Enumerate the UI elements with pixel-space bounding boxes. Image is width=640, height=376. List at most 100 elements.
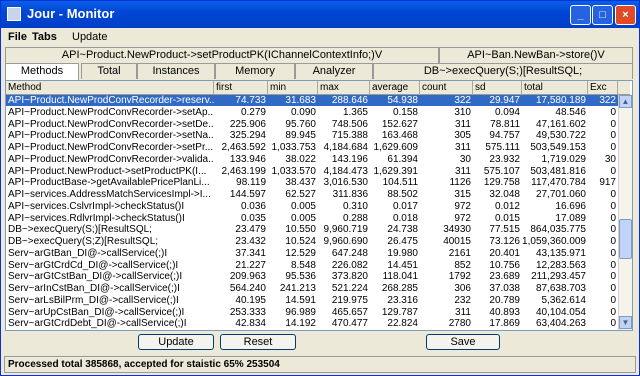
tab-analyzer[interactable]: Analyzer [295, 63, 373, 79]
cell-first: 23.479 [235, 224, 266, 236]
table-row[interactable]: API~Product.NewProdConvRecorder->setAp..… [6, 107, 618, 118]
cell-exc: 0 [610, 247, 616, 259]
cell-method: API~services.RdlvrImpl->checkStatus()I [8, 212, 185, 224]
cell-min: 14.192 [285, 318, 316, 330]
table-row[interactable]: API~services.RdlvrImpl->checkStatus()I 0.… [6, 213, 618, 224]
cell-sd: 575.107 [483, 165, 520, 177]
cell-max: 715.388 [331, 130, 368, 142]
cell-total: 117,470.784 [531, 177, 586, 189]
cell-exc: 0 [610, 271, 616, 283]
cell-exc: 30 [604, 153, 616, 165]
scroll-up-icon[interactable]: ▲ [619, 95, 632, 108]
column-header-method[interactable]: Method [6, 81, 214, 95]
cell-max: 288.646 [331, 95, 368, 106]
cell-total: 17,580.189 [535, 95, 586, 106]
cell-exc: 0 [610, 130, 616, 142]
column-header-average[interactable]: average [370, 81, 420, 95]
cell-sd: 78.811 [490, 118, 520, 130]
tab-instances[interactable]: Instances [137, 63, 215, 79]
table-row[interactable]: API~Product.NewProdConvRecorder->setDe..… [6, 119, 618, 130]
cell-sd: 20.789 [489, 294, 520, 306]
cell-method: DB~>execQuery(S;)[ResultSQL; [8, 224, 152, 236]
table-row[interactable]: API~Product.NewProdConvRecorder->reserv.… [6, 95, 618, 106]
cell-min: 10.550 [285, 224, 316, 236]
menu-update[interactable]: Update [72, 31, 107, 43]
column-header-count[interactable]: count [420, 81, 473, 95]
cell-total: 48.546 [555, 106, 586, 118]
cell-method: Serv~arGtCrdDebt_DI@->callService(;)I [8, 318, 187, 330]
cell-exc: 0 [610, 283, 616, 294]
maximize-button[interactable]: □ [592, 5, 613, 25]
tab-memory[interactable]: Memory [215, 63, 295, 79]
cell-total: 16.696 [555, 200, 586, 212]
title-bar[interactable]: Jour - Monitor _ □ × [1, 1, 639, 28]
cell-average: 22.824 [387, 318, 418, 330]
cell-sd: 23.689 [489, 271, 520, 283]
minimize-button[interactable]: _ [570, 5, 591, 25]
table-row[interactable]: API~services.AddressMatchServicesImpl->I… [6, 189, 618, 200]
cell-total: 1,059,360.009 [522, 236, 586, 247]
table-row[interactable]: Serv~arInCstBan_DI@->callService(;)I 564.… [6, 283, 618, 294]
cell-min: 95.536 [285, 271, 316, 283]
table-row[interactable]: API~Product.NewProduct->setProductPK(I..… [6, 166, 618, 177]
table-row[interactable]: Serv~arGtCrdDebt_DI@->callService(;)I 42.… [6, 318, 618, 329]
status-bar: Processed total 385868, accepted for sta… [4, 356, 636, 373]
cell-total: 27,701.060 [535, 189, 586, 200]
cell-count: 972 [454, 212, 471, 224]
vertical-scrollbar[interactable]: ▲ ▼ [618, 95, 632, 330]
column-header-total[interactable]: total [522, 81, 588, 95]
column-header-max[interactable]: max [318, 81, 370, 95]
reset-button[interactable]: Reset [220, 334, 296, 350]
table-row[interactable]: API~Product.NewProdConvRecorder->setPr..… [6, 142, 618, 153]
scroll-thumb[interactable] [619, 218, 632, 259]
table-row[interactable]: DB~>execQuery(S;Z)[ResultSQL; 23.432 10.52… [6, 236, 618, 247]
cell-count: 1126 [449, 177, 471, 189]
update-button[interactable]: Update [138, 334, 214, 350]
table-row[interactable]: DB~>execQuery(S;)[ResultSQL; 23.479 10.550… [6, 224, 618, 235]
cell-method: API~Product.NewProdConvRecorder->setNa..… [8, 130, 214, 142]
cell-max: 1.365 [342, 106, 368, 118]
cell-method: Serv~arGtCstBan_DI@->callService(;)I [8, 271, 183, 283]
cell-min: 10.524 [285, 236, 316, 247]
save-button[interactable]: Save [426, 334, 500, 350]
column-header-exc[interactable]: Exc [588, 81, 618, 95]
table-row[interactable]: API~ProductBase->getAvailablePricePlanLi… [6, 177, 618, 188]
cell-sd: 0.015 [494, 212, 520, 224]
table-row[interactable]: Serv~arGtCstBan_DI@->callService(;)I 209.… [6, 271, 618, 282]
cell-first: 37.341 [235, 247, 266, 259]
cell-exc: 0 [610, 224, 616, 236]
column-header-min[interactable]: min [268, 81, 318, 95]
cell-first: 21.227 [235, 259, 266, 271]
cell-total: 87,638.703 [535, 283, 586, 294]
cell-sd: 575.111 [485, 142, 520, 153]
table-row[interactable]: API~Product.NewProdConvRecorder->valida.… [6, 154, 618, 165]
table-row[interactable]: API~services.CslvrImpl->checkStatus()I 0.… [6, 201, 618, 212]
menu-file[interactable]: File [8, 31, 27, 43]
close-button[interactable]: × [615, 5, 636, 25]
table-row[interactable]: Serv~arGtCrdCd_DI@->callService(;)I 21.22… [6, 260, 618, 271]
tab-total[interactable]: Total [81, 63, 137, 79]
cell-max: 4,184.684 [323, 142, 369, 153]
cell-max: 465.657 [331, 306, 368, 318]
cell-total: 5,362.614 [541, 294, 587, 306]
cell-total: 864,035.775 [530, 224, 586, 236]
cell-total: 49,530.722 [535, 130, 586, 142]
column-header-first[interactable]: first [214, 81, 268, 95]
tab-new-product[interactable]: API~Product.NewProduct->setProductPK(ICh… [5, 47, 439, 63]
monitor-window: Jour - Monitor _ □ × File Tabs Update AP… [0, 0, 640, 376]
table-row[interactable]: Serv~arGtBan_DI@->callService(;)I 37.341 1… [6, 248, 618, 259]
cell-method: API~Product.NewProdConvRecorder->setAp..… [8, 106, 214, 118]
cell-max: 311.836 [332, 189, 368, 200]
table-row[interactable]: Serv~arUpCstBan_DI@->callService(;)I 253.… [6, 307, 618, 318]
cell-first: 40.195 [235, 294, 266, 306]
scroll-down-icon[interactable]: ▼ [619, 316, 632, 329]
menu-tabs[interactable]: Tabs [32, 31, 57, 43]
column-header-sd[interactable]: sd [473, 81, 522, 95]
tab-new-ban[interactable]: API~Ban.NewBan->store()V [439, 47, 633, 63]
table-row[interactable]: Serv~arLsBilPrm_DI@->callService(;)I 40.1… [6, 295, 618, 306]
cell-min: 0.005 [290, 200, 316, 212]
table-row[interactable]: API~Product.NewProdConvRecorder->setNa..… [6, 130, 618, 141]
tab-methods[interactable]: Methods [5, 63, 79, 80]
tab-db-execquery[interactable]: DB~>execQuery(S;)[ResultSQL; [373, 63, 633, 79]
cell-average: 0.017 [392, 200, 418, 212]
